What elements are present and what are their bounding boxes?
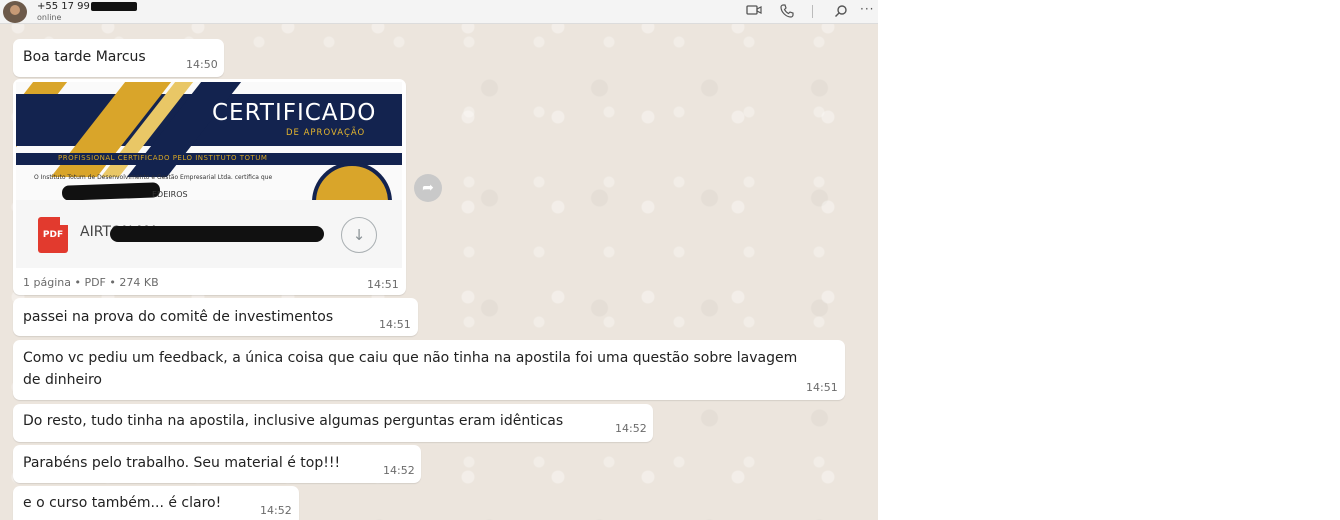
message-time: 14:52 bbox=[615, 422, 647, 435]
cert-seal bbox=[312, 162, 392, 200]
message-bubble[interactable]: Como vc pediu um feedback, a única coisa… bbox=[13, 340, 845, 400]
message-bubble[interactable]: e o curso também... é claro! 14:52 bbox=[13, 486, 299, 520]
certificate-preview[interactable]: CERTIFICADO DE APROVAÇÃO PROFISSIONAL CE… bbox=[16, 82, 402, 200]
message-bubble[interactable]: Parabéns pelo trabalho. Seu material é t… bbox=[13, 445, 421, 483]
chat-window: +55 17 99 online ··· Boa tarde Marcus 14… bbox=[0, 0, 878, 520]
cert-name-redaction bbox=[61, 182, 161, 200]
file-name-redaction bbox=[110, 226, 324, 242]
message-time: 14:51 bbox=[367, 278, 399, 291]
search-icon[interactable] bbox=[834, 4, 848, 21]
message-time: 14:51 bbox=[379, 318, 411, 331]
file-attachment-row[interactable]: PDF AIRTON MA ↓ bbox=[16, 200, 402, 268]
phone-call-icon[interactable] bbox=[780, 4, 794, 21]
contact-avatar[interactable] bbox=[3, 1, 27, 23]
cert-title: CERTIFICADO bbox=[212, 100, 377, 126]
pdf-icon: PDF bbox=[38, 217, 68, 253]
file-meta: 1 página • PDF • 274 KB bbox=[23, 276, 159, 289]
message-bubble[interactable]: passei na prova do comitê de investiment… bbox=[13, 298, 418, 336]
chat-header: +55 17 99 online ··· bbox=[0, 0, 878, 24]
more-icon[interactable]: ··· bbox=[860, 2, 874, 16]
contact-status: online bbox=[37, 13, 62, 22]
cert-subtitle: DE APROVAÇÃO bbox=[286, 128, 366, 138]
message-text: Boa tarde Marcus bbox=[23, 49, 146, 65]
cert-body-text: O Instituto Totum de Desenvolvimento e G… bbox=[34, 174, 273, 181]
message-time: 14:50 bbox=[186, 58, 218, 71]
message-time: 14:52 bbox=[260, 504, 292, 517]
message-text: passei na prova do comitê de investiment… bbox=[23, 309, 334, 325]
forward-icon[interactable]: ➦ bbox=[414, 174, 442, 202]
message-text: Do resto, tudo tinha na apostila, inclus… bbox=[23, 413, 564, 429]
video-icon[interactable] bbox=[746, 4, 762, 19]
contact-phone-text: +55 17 99 bbox=[37, 1, 90, 12]
message-text-line2: de dinheiro bbox=[23, 372, 102, 388]
cert-band-text: PROFISSIONAL CERTIFICADO PELO INSTITUTO … bbox=[58, 154, 268, 162]
message-bubble[interactable]: Boa tarde Marcus 14:50 bbox=[13, 39, 224, 77]
cert-name-fragment: EDEIROS bbox=[152, 190, 188, 199]
header-divider bbox=[812, 5, 813, 18]
message-text-line1: Como vc pediu um feedback, a única coisa… bbox=[23, 350, 798, 366]
phone-redaction bbox=[90, 1, 137, 11]
message-time: 14:51 bbox=[806, 381, 838, 394]
message-text: Parabéns pelo trabalho. Seu material é t… bbox=[23, 455, 341, 471]
message-text: e o curso também... é claro! bbox=[23, 495, 222, 511]
message-time: 14:52 bbox=[383, 464, 415, 477]
download-button[interactable]: ↓ bbox=[341, 217, 377, 253]
contact-phone[interactable]: +55 17 99 bbox=[37, 1, 137, 12]
message-bubble[interactable]: Do resto, tudo tinha na apostila, inclus… bbox=[13, 404, 653, 442]
